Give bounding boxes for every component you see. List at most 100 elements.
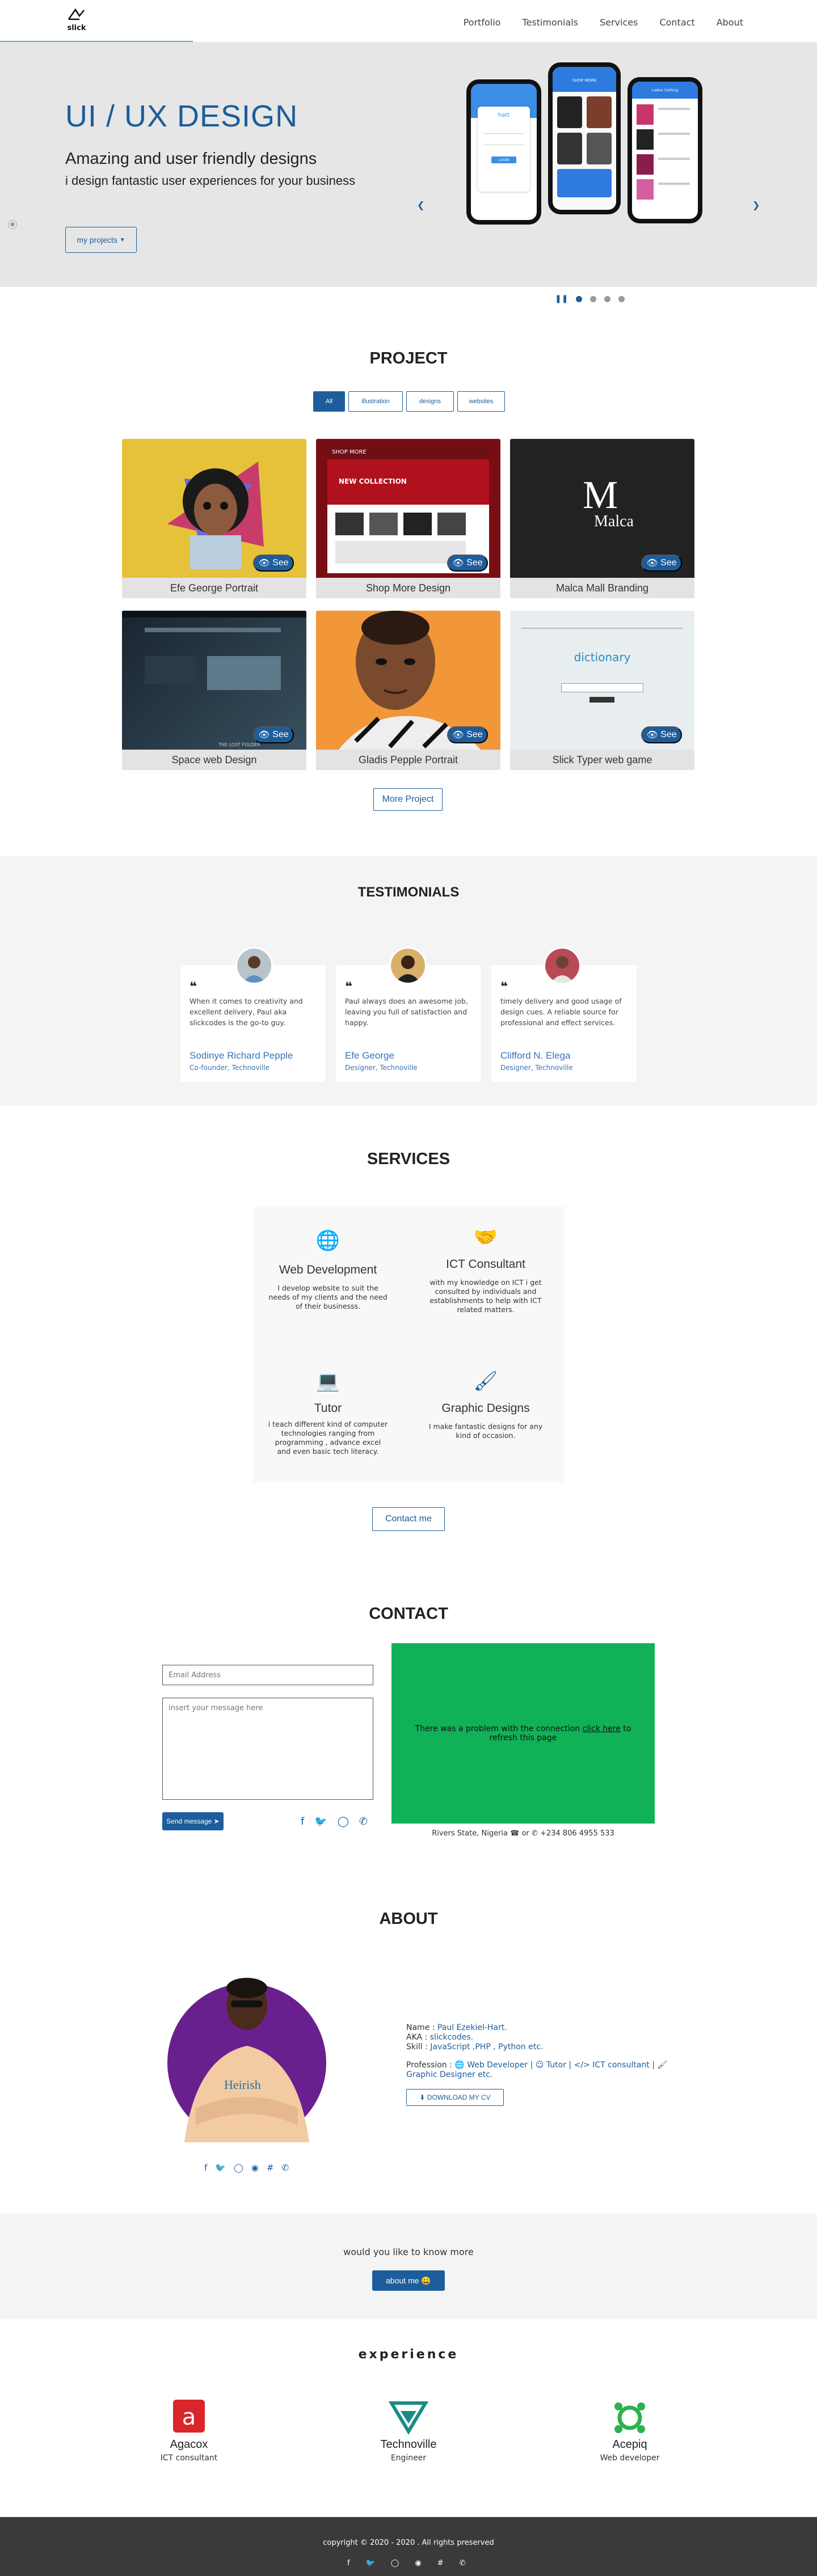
user-circle-icon: ☺ bbox=[535, 2061, 544, 2070]
carousel-dot[interactable] bbox=[576, 295, 583, 302]
profession-item: Tutor bbox=[546, 2061, 566, 2070]
whatsapp-icon: ✆ bbox=[531, 1829, 538, 1838]
chevron-right-icon[interactable]: ❯ bbox=[752, 200, 760, 210]
experience-item: a Agacox ICT consultant bbox=[132, 2399, 246, 2463]
avatar bbox=[235, 947, 273, 984]
carousel-dot[interactable] bbox=[590, 295, 597, 302]
download-cv-button[interactable]: ⬇ DOWNLOAD MY CV bbox=[406, 2089, 504, 2106]
pause-icon[interactable]: ❚❚ bbox=[555, 294, 568, 303]
nav-item-portfolio[interactable]: Portfolio bbox=[464, 17, 501, 28]
skill-label: Skill : bbox=[406, 2042, 431, 2052]
globe-icon: 🌐 bbox=[315, 1229, 340, 1252]
login-logo: hatt bbox=[498, 112, 510, 119]
project-card[interactable]: dictionary Slick Typer web game 👁 See bbox=[510, 611, 694, 775]
phone-mockup-catalog: Ladies Clothing bbox=[628, 77, 702, 223]
service-card: 🖌 Graphic Designs I make fantastic desig… bbox=[411, 1347, 561, 1479]
see-button[interactable]: 👁 See bbox=[447, 726, 488, 743]
my-projects-button[interactable]: my projects ▼ bbox=[65, 227, 137, 253]
filter-illustration[interactable]: illustration bbox=[348, 391, 403, 412]
handshake-icon: 🤝 bbox=[473, 1226, 498, 1249]
carousel-indicators: ❚❚ bbox=[555, 294, 625, 303]
eye-icon: 👁 bbox=[452, 559, 464, 568]
malca-logo-m: M bbox=[583, 473, 618, 517]
location-text: Rivers State, Nigeria bbox=[432, 1829, 508, 1838]
experience-role: Engineer bbox=[390, 2454, 427, 2463]
see-button[interactable]: 👁 See bbox=[253, 726, 294, 743]
phone-number: +234 806 4955 533 bbox=[540, 1829, 614, 1838]
typer-word: dictionary bbox=[574, 650, 631, 664]
carousel-dot[interactable] bbox=[618, 295, 625, 302]
whatsapp-icon[interactable]: ✆ bbox=[359, 1816, 368, 1828]
refresh-link[interactable]: click here bbox=[583, 1724, 621, 1733]
more-project-button[interactable]: More Project bbox=[373, 788, 443, 811]
filter-websites[interactable]: websites bbox=[457, 391, 505, 412]
facebook-icon[interactable]: f bbox=[347, 2559, 350, 2567]
testimonial-role: Designer, Technoville bbox=[500, 1064, 573, 1072]
about-me-button[interactable]: about me 😀 bbox=[372, 2270, 445, 2291]
twitter-icon[interactable]: 🐦 bbox=[215, 2163, 226, 2173]
side-dot[interactable]: ● bbox=[8, 220, 17, 229]
see-button[interactable]: 👁 See bbox=[641, 555, 682, 572]
malca-logo-text: Malca bbox=[594, 513, 634, 530]
eye-icon: 👁 bbox=[258, 559, 270, 568]
twitter-icon[interactable]: 🐦 bbox=[314, 1816, 327, 1828]
see-button[interactable]: 👁 See bbox=[253, 555, 294, 572]
nav-item-testimonials[interactable]: Testimonials bbox=[522, 17, 578, 28]
slack-icon[interactable]: # bbox=[437, 2559, 444, 2567]
project-caption: Efe George Portrait bbox=[122, 578, 306, 598]
slack-icon[interactable]: # bbox=[267, 2163, 274, 2173]
instagram-icon[interactable]: ◯ bbox=[391, 2559, 399, 2567]
filter-all[interactable]: All bbox=[313, 391, 345, 412]
chevron-left-icon[interactable]: ❮ bbox=[417, 200, 424, 210]
service-card: 💻 Tutor i teach different kind of comput… bbox=[253, 1347, 403, 1479]
contact-me-button[interactable]: Contact me bbox=[372, 1507, 445, 1531]
send-label: Send message bbox=[166, 1817, 212, 1825]
catalog-screen-label: Ladies Clothing bbox=[651, 88, 679, 92]
paint-brush-icon: 🖌 bbox=[473, 1370, 498, 1393]
message-field[interactable] bbox=[162, 1698, 373, 1800]
instagram-icon[interactable]: ◯ bbox=[338, 1816, 349, 1828]
project-card[interactable]: THE LOST FOLDER Space web Design 👁 See bbox=[122, 611, 306, 775]
about-skill-line: Skill : JavaScript ,PHP , Python etc. bbox=[406, 2042, 543, 2052]
project-card[interactable]: M Malca Malca Mall Branding 👁 See bbox=[510, 439, 694, 603]
nav-item-contact[interactable]: Contact bbox=[659, 17, 694, 28]
project-title: PROJECT bbox=[369, 349, 448, 367]
logo[interactable]: slick bbox=[65, 8, 88, 35]
whatsapp-icon[interactable]: ✆ bbox=[460, 2559, 466, 2567]
see-label: See bbox=[272, 730, 289, 739]
project-card[interactable]: Efe George Portrait 👁 See bbox=[122, 439, 306, 603]
project-caption: Shop More Design bbox=[316, 578, 500, 598]
whatsapp-icon[interactable]: ✆ bbox=[281, 2163, 289, 2173]
footer-socials: f 🐦 ◯ ◉ # ✆ bbox=[347, 2559, 465, 2567]
see-button[interactable]: 👁 See bbox=[641, 726, 682, 743]
shirt-text: Heirish bbox=[224, 2078, 261, 2092]
see-label: See bbox=[466, 558, 483, 568]
know-more-question: would you like to know more bbox=[343, 2247, 474, 2257]
email-field[interactable] bbox=[162, 1665, 373, 1685]
instagram-icon[interactable]: ◯ bbox=[234, 2163, 243, 2173]
github-icon[interactable]: ◉ bbox=[415, 2559, 421, 2567]
filter-designs[interactable]: designs bbox=[406, 391, 454, 412]
logo-mark-icon bbox=[68, 8, 85, 20]
see-label: See bbox=[272, 558, 289, 568]
facebook-icon[interactable]: f bbox=[301, 1816, 304, 1828]
services-grid: 🌐 Web Development I develop website to s… bbox=[253, 1207, 564, 1482]
twitter-icon[interactable]: 🐦 bbox=[366, 2559, 375, 2567]
know-more-section: would you like to know more about me 😀 bbox=[0, 2214, 817, 2319]
facebook-icon[interactable]: f bbox=[204, 2163, 207, 2173]
see-label: See bbox=[660, 558, 677, 568]
logo-text: slick bbox=[67, 24, 86, 32]
nav-item-about[interactable]: About bbox=[717, 17, 743, 28]
testimonial-text: Paul always does an awesome job, leaving… bbox=[345, 997, 468, 1027]
github-icon[interactable]: ◉ bbox=[251, 2163, 259, 2173]
see-button[interactable]: 👁 See bbox=[447, 555, 488, 572]
globe-icon: 🌐 bbox=[454, 2061, 465, 2070]
shop-screen-label: SHOP MORE bbox=[572, 78, 597, 83]
carousel-dot[interactable] bbox=[604, 295, 611, 302]
service-text: i teach different kind of computer techn… bbox=[268, 1420, 388, 1456]
send-message-button[interactable]: Send message ➤ bbox=[162, 1812, 224, 1830]
project-card[interactable]: Gladis Pepple Portrait 👁 See bbox=[316, 611, 500, 775]
project-card[interactable]: SHOP MORE NEW COLLECTION Shop More Desig… bbox=[316, 439, 500, 603]
aka-value: slickcodes. bbox=[429, 2033, 474, 2042]
nav-item-services[interactable]: Services bbox=[600, 17, 638, 28]
